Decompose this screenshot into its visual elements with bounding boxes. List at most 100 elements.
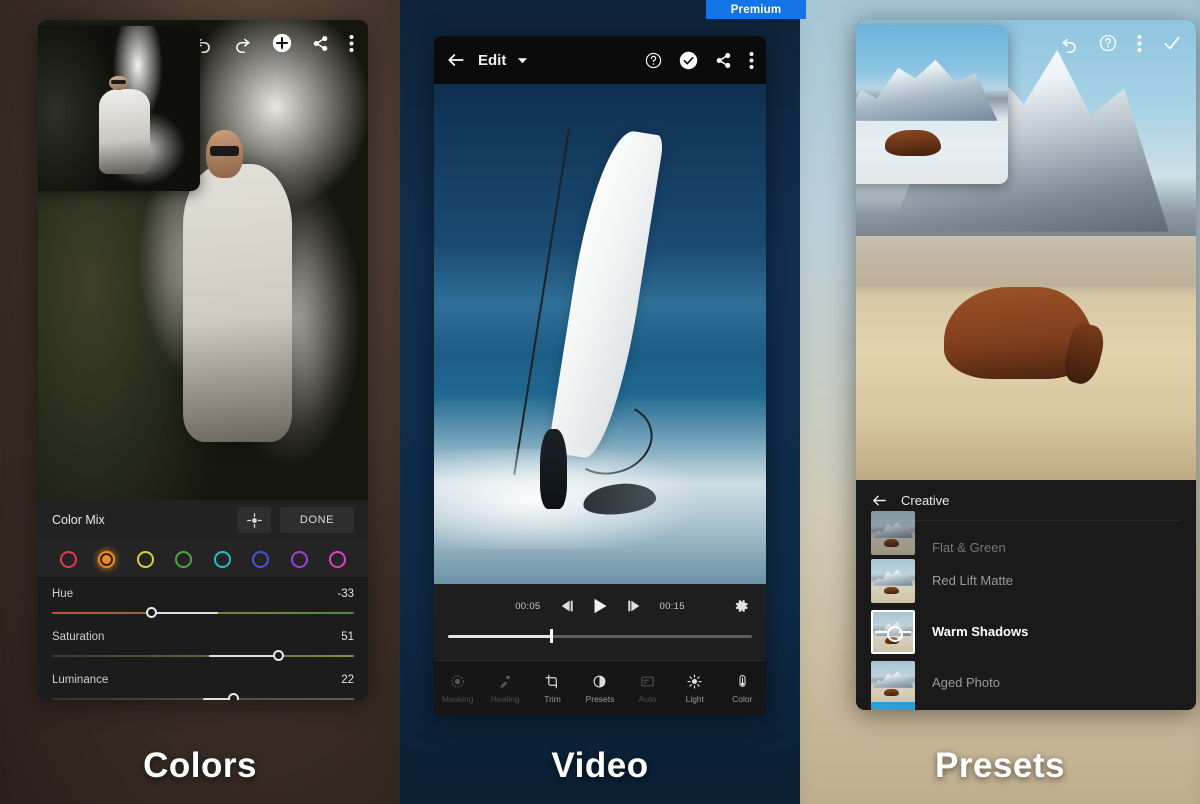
duration-label: 00:15 (659, 600, 685, 612)
color-sliders: Hue -33 Saturation 51 Luminance 22 (38, 577, 368, 700)
previous-frame-icon[interactable] (559, 599, 575, 613)
more-icon[interactable] (749, 51, 754, 70)
video-transport-row: 00:05 00:15 (448, 584, 752, 628)
slider-track-saturation[interactable] (52, 650, 354, 661)
video-top-header: Edit (434, 36, 766, 84)
preset-item[interactable]: Flat & Green (856, 511, 1196, 555)
redo-icon[interactable] (233, 34, 252, 53)
check-circle-icon[interactable] (679, 51, 698, 70)
share-icon[interactable] (715, 52, 732, 69)
color-swatch-magenta[interactable] (328, 551, 346, 568)
slider-handle[interactable] (227, 693, 239, 700)
slider-handle[interactable] (273, 650, 284, 661)
slider-value: -33 (337, 588, 354, 600)
back-arrow-icon[interactable] (871, 492, 888, 509)
preset-slider-left (875, 630, 887, 633)
preset-thumbnail-mountain (872, 671, 914, 688)
back-arrow-icon[interactable] (446, 50, 466, 70)
presets-group-title: Creative (901, 492, 950, 508)
video-tool-label: Trim (544, 693, 561, 704)
video-tool-masking[interactable]: Masking (434, 674, 481, 704)
check-icon[interactable] (1162, 33, 1182, 53)
color-swatch-green[interactable] (175, 551, 193, 568)
screenshot-root: Color Mix DONE Hue -33 Saturation 51 Lum… (0, 0, 1200, 804)
slider-name: Luminance (52, 674, 109, 686)
color-swatch-red[interactable] (60, 551, 77, 568)
undo-icon[interactable] (1060, 34, 1079, 53)
scrubber-fill (448, 635, 552, 638)
color-icon (735, 674, 750, 690)
slider-value: 51 (341, 631, 354, 643)
help-icon[interactable] (645, 52, 662, 69)
preset-item[interactable]: Red Lift Matte (856, 555, 1196, 606)
before-after-thumbnail[interactable] (38, 26, 200, 191)
presets-list: Flat & Green Red Lift Matte Warm Shadows Ag… (856, 511, 1196, 708)
color-swatch-yellow[interactable] (136, 551, 154, 568)
slider-track-base (52, 654, 354, 657)
preset-name: Red Lift Matte (932, 573, 1013, 588)
help-icon[interactable] (1099, 34, 1117, 52)
trim-icon (545, 674, 560, 690)
slider-value: 22 (341, 674, 354, 686)
play-icon[interactable] (593, 598, 608, 614)
slider-row-hue: Hue -33 (52, 588, 354, 618)
video-tool-label: Color (732, 693, 753, 704)
color-mix-title: Color Mix (52, 513, 105, 527)
slider-row-luminance: Luminance 22 (52, 674, 354, 700)
add-icon[interactable] (272, 33, 292, 53)
slider-track-hue[interactable] (52, 607, 354, 618)
preset-thumbnail (871, 660, 915, 705)
video-tool-color[interactable]: Color (719, 674, 766, 704)
video-tool-label: Auto (638, 693, 657, 704)
thumbnail-mountain-peak (856, 59, 998, 121)
done-button[interactable]: DONE (280, 507, 354, 533)
video-tool-light[interactable]: Light (671, 674, 718, 704)
thumbnail-horse (884, 130, 942, 156)
caption-video: Video (551, 746, 649, 785)
video-canvas-windsurfer[interactable] (434, 84, 766, 584)
panel-colors: Color Mix DONE Hue -33 Saturation 51 Lum… (0, 0, 400, 804)
video-surfer (540, 429, 567, 509)
more-icon[interactable] (1137, 34, 1142, 53)
panel-presets: Creative Flat & Green Red Lift Matte Warm … (800, 0, 1200, 804)
slider-track-luminance[interactable] (52, 693, 354, 700)
slider-label-row: Luminance 22 (52, 674, 354, 686)
edit-mode-label[interactable]: Edit (478, 52, 506, 69)
healing-icon (498, 674, 513, 690)
video-tool-presets[interactable]: Presets (576, 674, 623, 704)
more-icon[interactable] (349, 34, 354, 53)
panel-video: Edit 00:05 00:15 Masking Healing Trim Pr… (400, 0, 800, 804)
color-mix-header: Color Mix DONE (38, 500, 368, 540)
preset-item[interactable]: Aged Photo (856, 657, 1196, 708)
preset-thumbnail (871, 558, 915, 603)
presets-drawer: Creative Flat & Green Red Lift Matte Warm … (856, 480, 1196, 710)
video-tool-label: Masking (441, 693, 474, 704)
video-tool-auto[interactable]: Auto (624, 674, 671, 704)
video-tool-label: Presets (585, 693, 615, 704)
chevron-down-icon[interactable] (518, 56, 528, 65)
video-playback-controls: 00:05 00:15 (434, 584, 766, 660)
next-frame-icon[interactable] (626, 599, 642, 613)
color-swatch-aqua[interactable] (213, 551, 231, 568)
preset-thumbnail (871, 609, 915, 654)
phone-screen-video: Edit 00:05 00:15 Masking Healing Trim Pr… (434, 36, 766, 716)
targeted-adjustment-icon[interactable] (237, 507, 271, 533)
slider-name: Saturation (52, 631, 105, 643)
preset-thumbnail-mountain (872, 522, 914, 539)
scrubber-handle[interactable] (549, 629, 553, 643)
photo-subject-person (183, 164, 293, 443)
color-swatch-purple[interactable] (290, 551, 308, 568)
preset-preview-thumbnail[interactable] (856, 26, 1008, 184)
preset-item[interactable]: Warm Shadows (856, 606, 1196, 657)
photo-subject-sunglasses (209, 145, 240, 157)
video-scrubber[interactable] (448, 628, 752, 644)
color-swatch-orange[interactable] (98, 551, 116, 568)
slider-label-row: Hue -33 (52, 588, 354, 600)
video-tool-bar: Masking Healing Trim Presets Auto Light Color (434, 660, 766, 716)
video-tool-trim[interactable]: Trim (529, 674, 576, 704)
gear-icon[interactable] (732, 597, 750, 615)
share-icon[interactable] (312, 35, 329, 52)
video-tool-healing[interactable]: Healing (482, 674, 529, 704)
color-swatch-blue[interactable] (252, 551, 270, 568)
slider-handle[interactable] (146, 607, 158, 618)
